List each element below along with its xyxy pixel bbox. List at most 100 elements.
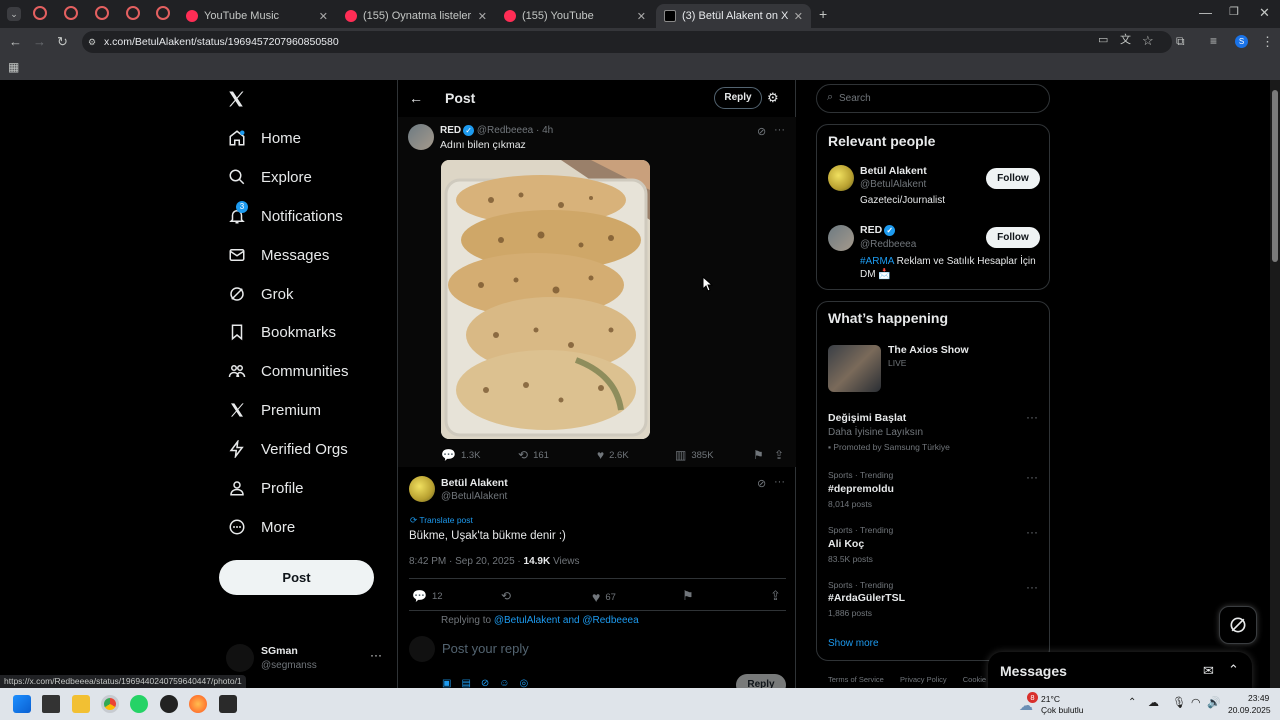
author-name[interactable]: Betül Alakent: [441, 477, 508, 489]
microphone-icon[interactable]: 🎙: [1172, 696, 1186, 709]
whatsapp-icon[interactable]: [130, 695, 148, 713]
sidebar-item-notifications[interactable]: 3 Notifications: [226, 198, 343, 234]
reload-icon[interactable]: ↻: [57, 35, 68, 48]
clock-time[interactable]: 23:49: [1248, 693, 1269, 703]
cast-icon[interactable]: ▭: [1098, 35, 1108, 46]
more-icon[interactable]: ···: [774, 124, 785, 136]
post-date[interactable]: 8:42 PM · Sep 20, 2025 ·: [409, 556, 521, 567]
trend-title[interactable]: Değişimi Başlat: [828, 412, 906, 424]
chrome-menu-icon[interactable]: ⋮: [1261, 35, 1274, 48]
author-name[interactable]: RED: [440, 125, 461, 136]
tray-chevron-icon[interactable]: ⌃: [1128, 697, 1136, 708]
location-icon[interactable]: ◎: [520, 678, 539, 688]
grok-icon[interactable]: ⊘: [481, 678, 499, 688]
translate-post-link[interactable]: ⟳ Translate post: [410, 515, 473, 526]
minimize-icon[interactable]: —: [1199, 6, 1212, 19]
sidebar-item-verified-orgs[interactable]: Verified Orgs: [226, 431, 348, 467]
translate-icon[interactable]: 文: [1120, 35, 1131, 46]
volume-icon[interactable]: 🔊: [1207, 696, 1221, 709]
reply-header-button[interactable]: Reply: [714, 87, 762, 109]
trend-thumbnail[interactable]: [828, 345, 881, 392]
trend-title[interactable]: #depremoldu: [828, 483, 894, 495]
scrollbar-thumb[interactable]: [1272, 90, 1278, 262]
reply-action[interactable]: 💬 12: [412, 589, 443, 603]
share-icon[interactable]: ⇪: [774, 448, 784, 462]
post-button[interactable]: Post: [219, 560, 374, 595]
restore-icon[interactable]: ❐: [1229, 7, 1239, 18]
back-icon[interactable]: ←: [9, 35, 22, 48]
x-logo-icon[interactable]: [227, 90, 245, 108]
clock-date[interactable]: 20.09.2025: [1228, 705, 1271, 715]
media-app-icon[interactable]: [160, 695, 178, 713]
account-switcher[interactable]: SGman @segmanss ···: [222, 638, 387, 678]
sidebar-item-messages[interactable]: Messages: [226, 237, 329, 273]
forward-icon[interactable]: →: [33, 35, 46, 48]
more-icon[interactable]: ···: [1026, 580, 1038, 594]
sidebar-item-premium[interactable]: Premium: [226, 392, 321, 428]
file-explorer-icon[interactable]: [72, 695, 90, 713]
more-icon[interactable]: ···: [370, 648, 382, 662]
more-icon[interactable]: ···: [1026, 470, 1038, 484]
sidebar-item-profile[interactable]: Profile: [226, 470, 304, 506]
avatar[interactable]: [409, 476, 435, 502]
pinned-tab-4[interactable]: [126, 6, 140, 20]
quoted-post[interactable]: RED ✓ @Redbeeea · 4h ⊘ ··· Adını bilen çı…: [398, 117, 796, 467]
epic-games-icon[interactable]: [219, 695, 237, 713]
terms-link[interactable]: Terms of Service: [828, 675, 884, 684]
avatar[interactable]: [828, 225, 854, 251]
tab-youtube-playlists[interactable]: (155) Oynatma listeleri - YouTube ✕: [337, 4, 495, 28]
sidebar-item-home[interactable]: Home: [226, 120, 301, 156]
tab-youtube-music[interactable]: YouTube Music ✕: [178, 4, 336, 28]
bookmark-icon[interactable]: ⚑: [753, 448, 764, 462]
image-icon[interactable]: ▣: [442, 678, 461, 688]
search-box[interactable]: ⌕ Search: [816, 84, 1050, 113]
trend-title[interactable]: The Axios Show: [888, 344, 969, 356]
reply-action[interactable]: 💬 1.3K: [441, 448, 481, 462]
address-bar[interactable]: ⚙ x.com/BetulAlakent/status/196945720796…: [82, 31, 1172, 53]
chrome-icon[interactable]: [101, 695, 119, 713]
show-more-link[interactable]: Show more: [828, 638, 879, 649]
close-tab-icon[interactable]: ✕: [788, 10, 803, 23]
avatar[interactable]: [408, 124, 434, 150]
grok-icon[interactable]: ⊘: [757, 125, 766, 138]
like-action[interactable]: ♥ 67: [592, 589, 616, 605]
emoji-icon[interactable]: ☺: [499, 678, 519, 688]
onedrive-icon[interactable]: ☁: [1148, 696, 1159, 709]
grok-icon[interactable]: ⊘: [757, 477, 766, 490]
expand-chevron-icon[interactable]: ⌃: [1228, 662, 1239, 678]
pinned-tab-3[interactable]: [95, 6, 109, 20]
tab-x-post[interactable]: (3) Betül Alakent on X: "@Redbeeea ✕: [656, 4, 811, 28]
bookmark-star-icon[interactable]: ☆: [1142, 34, 1154, 47]
replying-to-users[interactable]: @BetulAlakent and @Redbeeea: [494, 615, 639, 626]
sidebar-item-bookmarks[interactable]: Bookmarks: [226, 314, 336, 350]
pinned-tab-1[interactable]: [33, 6, 47, 20]
pinned-tab-2[interactable]: [64, 6, 78, 20]
close-window-icon[interactable]: ✕: [1259, 6, 1270, 19]
close-tab-icon[interactable]: ✕: [472, 10, 487, 23]
tab-youtube[interactable]: (155) YouTube ✕: [496, 4, 654, 28]
follow-button[interactable]: Follow: [986, 168, 1040, 189]
tab-search-icon[interactable]: ⌄: [7, 7, 21, 21]
page-scrollbar[interactable]: [1270, 80, 1280, 688]
trend-title[interactable]: #ArdaGülerTSL: [828, 592, 905, 604]
site-info-icon[interactable]: ⚙: [88, 31, 96, 53]
reply-submit-button[interactable]: Reply: [736, 674, 786, 688]
new-message-icon[interactable]: ✉: [1203, 663, 1214, 679]
author-handle[interactable]: @BetulAlakent: [441, 491, 507, 502]
repost-action[interactable]: ⟲: [501, 589, 516, 603]
new-tab-icon[interactable]: +: [819, 7, 827, 21]
task-view-icon[interactable]: [42, 695, 60, 713]
post-image[interactable]: [441, 160, 650, 439]
windows-start-icon[interactable]: [13, 695, 31, 713]
share-icon[interactable]: ⇪: [770, 588, 781, 604]
more-icon[interactable]: ···: [1026, 410, 1038, 424]
grok-floating-button[interactable]: [1219, 606, 1257, 644]
sidebar-item-explore[interactable]: Explore: [226, 159, 312, 195]
trend-title[interactable]: Ali Koç: [828, 538, 864, 550]
sidebar-item-grok[interactable]: Grok: [226, 276, 294, 312]
back-arrow-icon[interactable]: ←: [409, 90, 423, 106]
sidebar-item-communities[interactable]: Communities: [226, 353, 349, 389]
reply-input[interactable]: Post your reply: [442, 641, 529, 656]
weather-widget[interactable]: ☁ 8 21°C Çok bulutlu: [1017, 691, 1097, 717]
close-tab-icon[interactable]: ✕: [313, 10, 328, 23]
